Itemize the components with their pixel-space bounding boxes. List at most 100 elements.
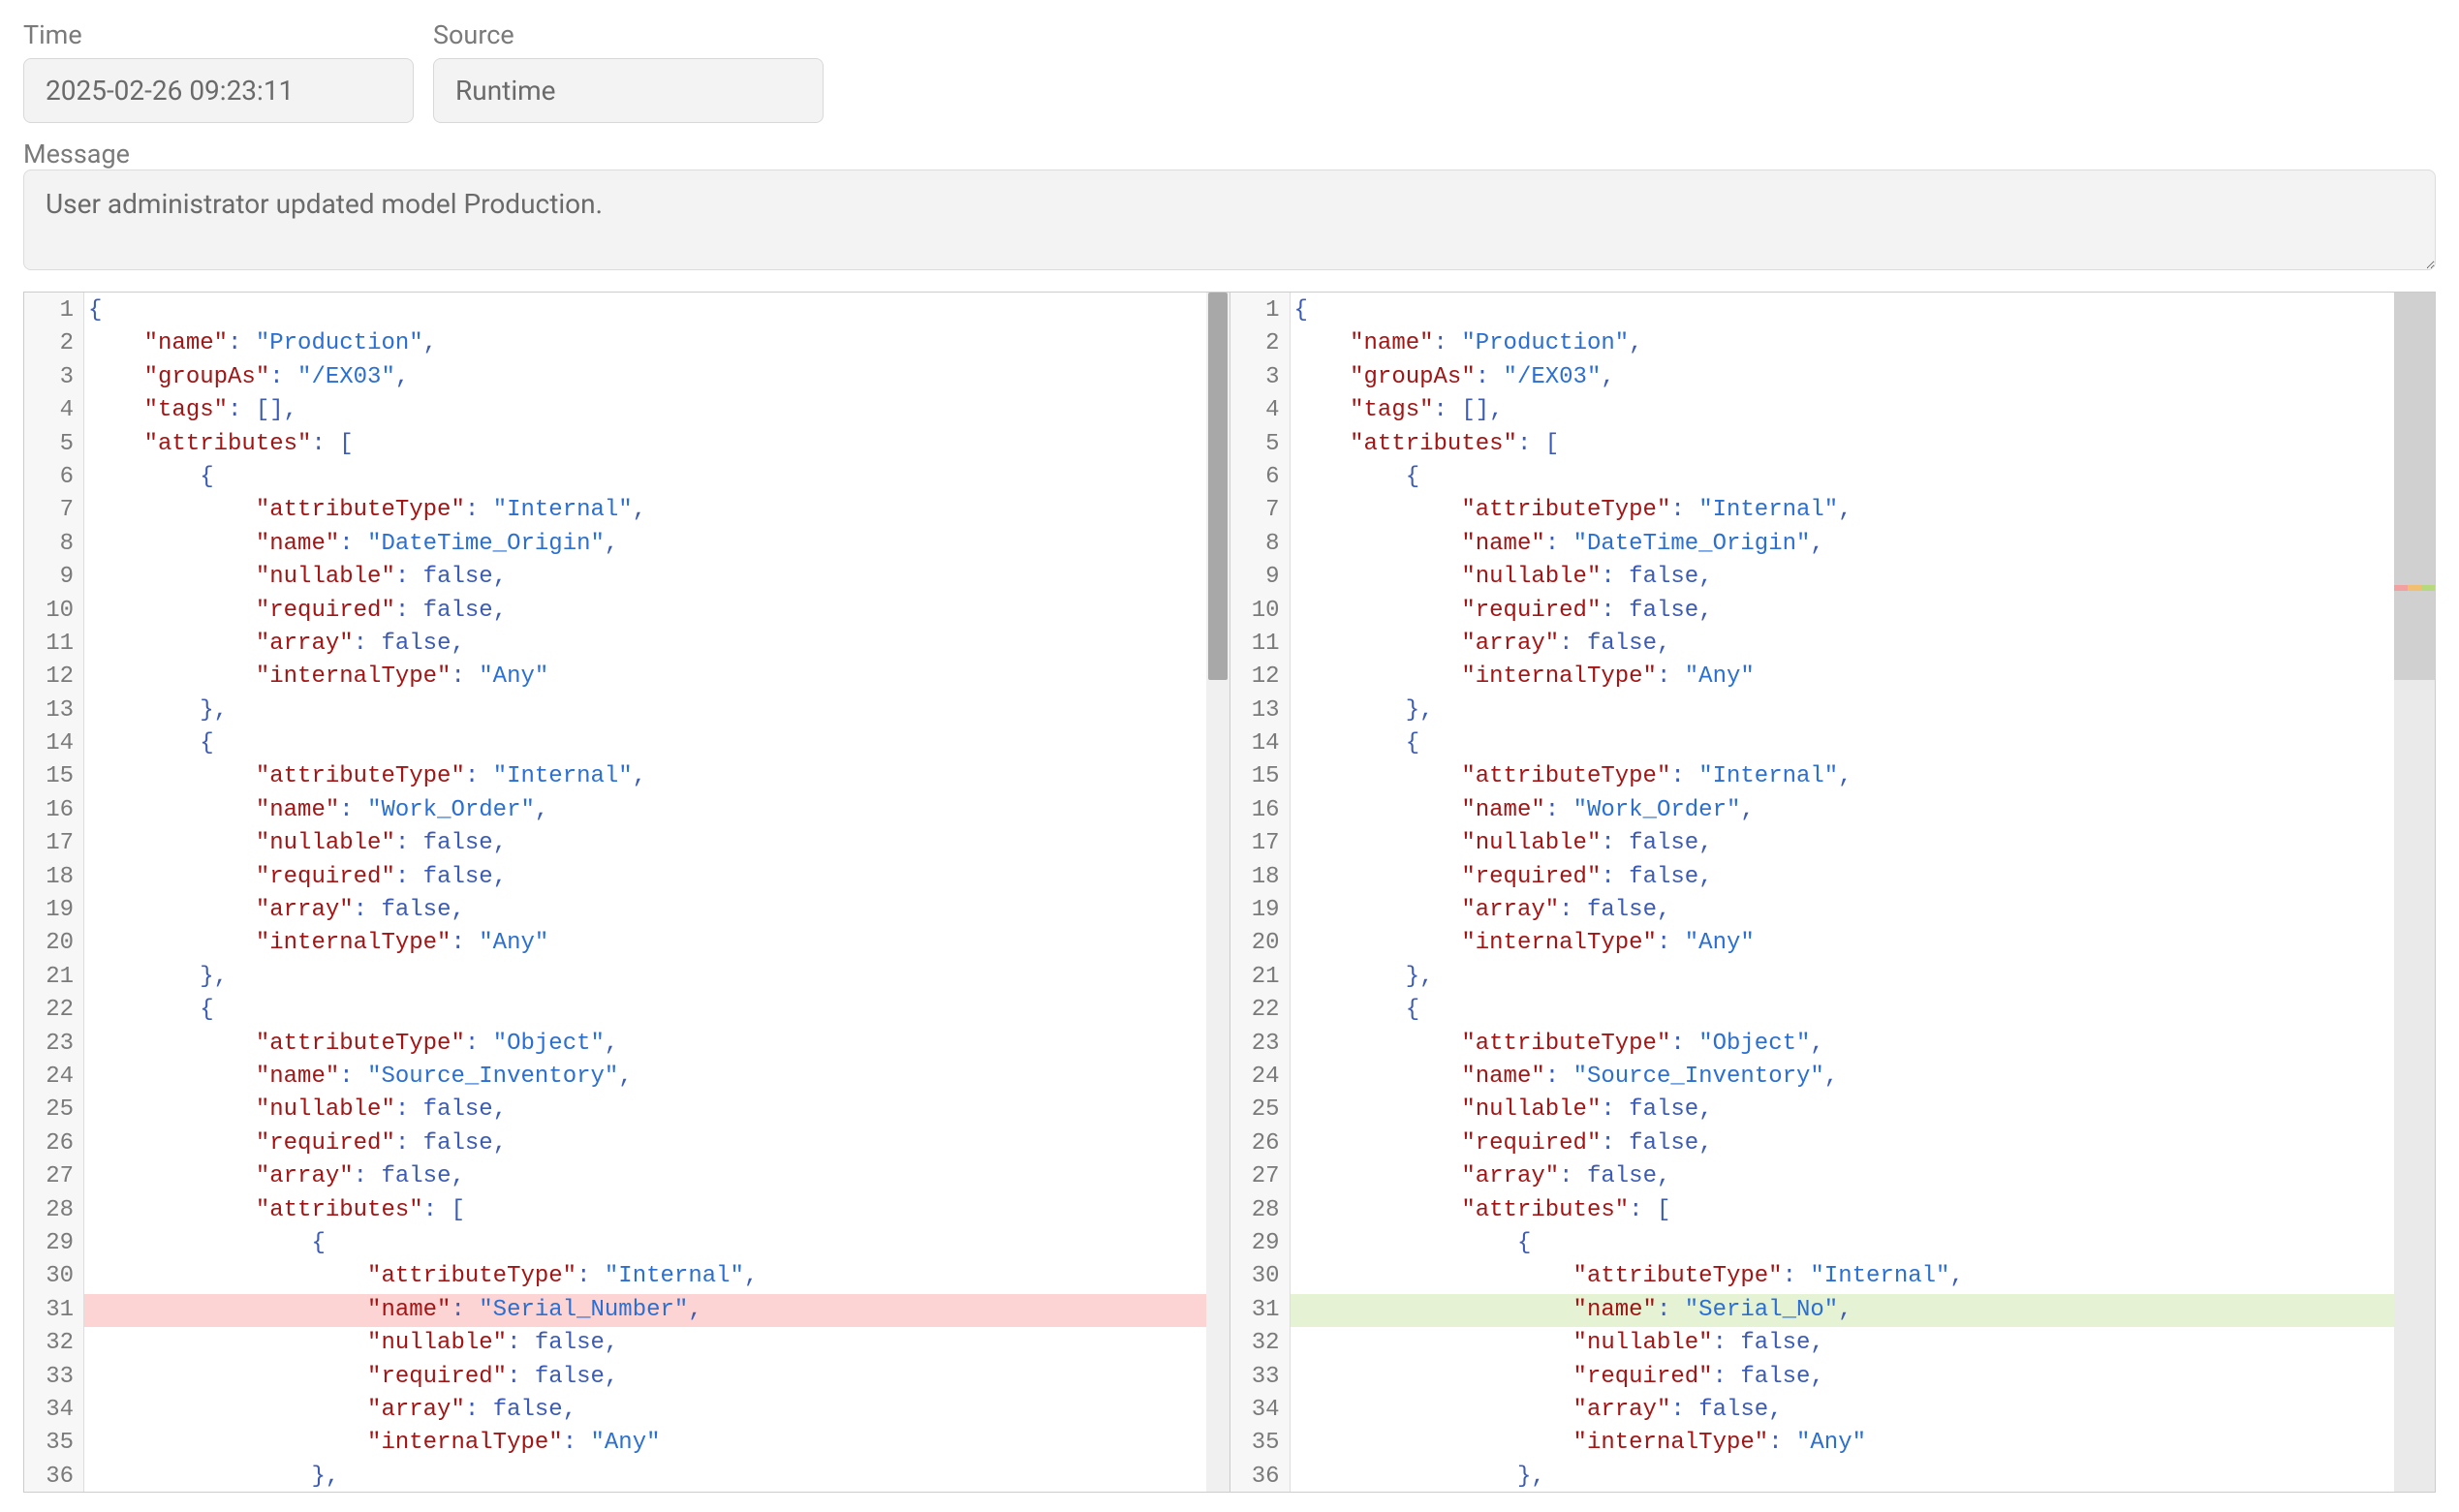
code-line: "attributeType": "Internal",	[84, 760, 1230, 793]
source-field-group: Source	[433, 19, 824, 123]
time-label: Time	[23, 19, 414, 50]
time-field-group: Time	[23, 19, 414, 123]
line-number: 24	[1230, 1061, 1290, 1094]
left-scrollbar[interactable]	[1206, 293, 1230, 1492]
line-number: 23	[1230, 1028, 1290, 1061]
code-line: "name": "Work_Order",	[1291, 794, 2436, 827]
line-number: 16	[1230, 794, 1290, 827]
code-line: "name": "Work_Order",	[84, 794, 1230, 827]
line-number: 25	[1230, 1094, 1290, 1126]
source-input[interactable]	[433, 58, 824, 123]
line-number: 5	[24, 428, 83, 461]
left-gutter: 1234567891011121314151617181920212223242…	[24, 293, 84, 1492]
code-line: "required": false,	[1291, 1127, 2436, 1160]
code-line: "tags": [],	[1291, 394, 2436, 427]
code-line: "nullable": false,	[84, 561, 1230, 594]
code-line: "array": false,	[1291, 628, 2436, 661]
line-number: 9	[24, 561, 83, 594]
diff-left-pane[interactable]: 1234567891011121314151617181920212223242…	[24, 293, 1230, 1492]
code-line: {	[84, 461, 1230, 494]
line-number: 15	[24, 760, 83, 793]
code-line: {	[84, 294, 1230, 327]
line-number: 6	[24, 461, 83, 494]
overview-ruler[interactable]	[2394, 293, 2435, 1492]
code-line: "array": false,	[1291, 1394, 2436, 1427]
code-line: },	[1291, 694, 2436, 727]
line-number: 5	[1230, 428, 1290, 461]
right-code[interactable]: { "name": "Production", "groupAs": "/EX0…	[1291, 293, 2436, 1492]
code-line: "array": false,	[1291, 1160, 2436, 1193]
code-line: "nullable": false,	[1291, 561, 2436, 594]
time-input[interactable]	[23, 58, 414, 123]
line-number: 20	[24, 927, 83, 960]
code-line: "internalType": "Any"	[84, 661, 1230, 694]
line-number: 30	[1230, 1260, 1290, 1293]
line-number: 11	[24, 628, 83, 661]
code-line: "nullable": false,	[1291, 1094, 2436, 1126]
line-number: 29	[1230, 1227, 1290, 1260]
code-line: "attributes": [	[1291, 428, 2436, 461]
code-line: "groupAs": "/EX03",	[1291, 361, 2436, 394]
code-line: "internalType": "Any"	[1291, 927, 2436, 960]
code-line: "attributeType": "Object",	[1291, 1028, 2436, 1061]
line-number: 22	[24, 994, 83, 1027]
code-line: "required": false,	[1291, 595, 2436, 628]
left-scrollbar-thumb[interactable]	[1208, 293, 1228, 680]
line-number: 7	[24, 494, 83, 527]
overview-viewport[interactable]	[2394, 293, 2435, 680]
code-line: "required": false,	[84, 595, 1230, 628]
line-number: 30	[24, 1260, 83, 1293]
line-number: 14	[24, 727, 83, 760]
code-line: {	[84, 727, 1230, 760]
message-field-group: Message	[23, 139, 2436, 274]
line-number: 4	[1230, 394, 1290, 427]
code-line: "name": "Source_Inventory",	[1291, 1061, 2436, 1094]
line-number: 33	[1230, 1361, 1290, 1394]
code-line: "internalType": "Any"	[84, 927, 1230, 960]
code-line: "nullable": false,	[84, 1327, 1230, 1360]
line-number: 29	[24, 1227, 83, 1260]
code-line: "name": "Production",	[1291, 327, 2436, 360]
message-textarea[interactable]	[23, 170, 2436, 270]
code-line: "attributes": [	[84, 1194, 1230, 1227]
code-line: "required": false,	[1291, 1361, 2436, 1394]
line-number: 2	[1230, 327, 1290, 360]
line-number: 18	[24, 861, 83, 894]
code-line: "attributes": [	[1291, 1194, 2436, 1227]
code-line: "attributeType": "Internal",	[84, 494, 1230, 527]
code-line: {	[84, 1227, 1230, 1260]
right-gutter: 1234567891011121314151617181920212223242…	[1230, 293, 1291, 1492]
line-number: 4	[24, 394, 83, 427]
line-number: 6	[1230, 461, 1290, 494]
code-line: },	[1291, 1461, 2436, 1492]
line-number: 26	[1230, 1127, 1290, 1160]
line-number: 19	[24, 894, 83, 927]
line-number: 28	[24, 1194, 83, 1227]
line-number: 27	[1230, 1160, 1290, 1193]
code-line: "attributeType": "Object",	[84, 1028, 1230, 1061]
code-line: {	[84, 994, 1230, 1027]
line-number: 12	[24, 661, 83, 694]
line-number: 31	[1230, 1294, 1290, 1327]
line-number: 28	[1230, 1194, 1290, 1227]
left-code[interactable]: { "name": "Production", "groupAs": "/EX0…	[84, 293, 1230, 1492]
code-line: "attributes": [	[84, 428, 1230, 461]
line-number: 13	[1230, 694, 1290, 727]
line-number: 1	[24, 294, 83, 327]
code-line: "required": false,	[84, 1361, 1230, 1394]
diff-right-pane[interactable]: 1234567891011121314151617181920212223242…	[1230, 293, 2436, 1492]
line-number: 34	[1230, 1394, 1290, 1427]
line-number: 3	[1230, 361, 1290, 394]
code-line: "nullable": false,	[84, 827, 1230, 860]
line-number: 9	[1230, 561, 1290, 594]
code-line: "tags": [],	[84, 394, 1230, 427]
code-line: },	[1291, 961, 2436, 994]
line-number: 26	[24, 1127, 83, 1160]
line-number: 8	[1230, 528, 1290, 561]
code-line: "array": false,	[84, 1160, 1230, 1193]
code-line: "nullable": false,	[1291, 1327, 2436, 1360]
header-fields: Time Source	[23, 19, 2436, 123]
line-number: 8	[24, 528, 83, 561]
code-line: "array": false,	[1291, 894, 2436, 927]
diff-viewer: 1234567891011121314151617181920212223242…	[23, 292, 2436, 1493]
